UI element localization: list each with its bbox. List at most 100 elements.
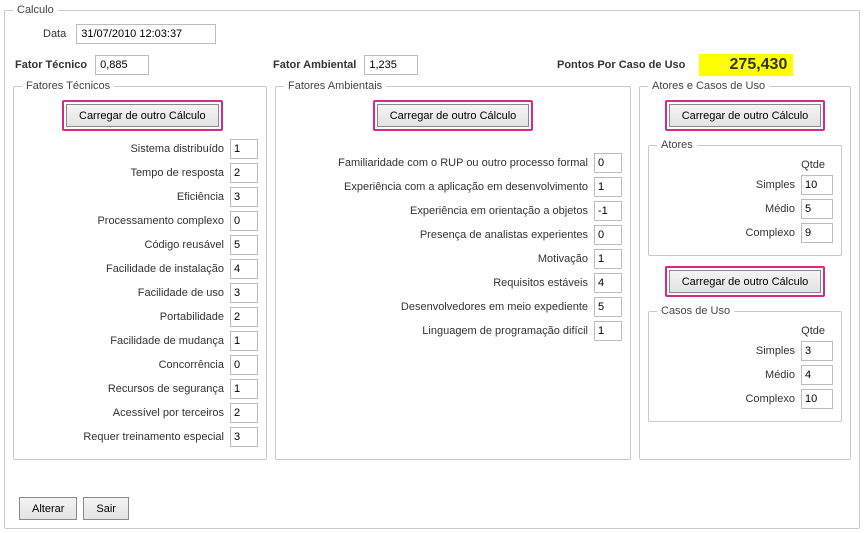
env-factor-row: Motivação: [284, 249, 622, 269]
env-factor-label: Desenvolvedores em meio expediente: [284, 301, 588, 313]
tech-factor-label: Requer treinamento especial: [22, 431, 224, 443]
env-factor-label: Requisitos estáveis: [284, 277, 588, 289]
tech-factor-input[interactable]: [230, 331, 258, 351]
env-factors-legend: Fatores Ambientais: [284, 80, 386, 92]
tech-factor-input[interactable]: [230, 307, 258, 327]
tech-factor-row: Acessível por terceiros: [22, 403, 258, 423]
actor-row: Complexo: [657, 223, 833, 243]
tech-factor-label: Fator Técnico: [15, 59, 87, 71]
env-factor-row: Desenvolvedores em meio expediente: [284, 297, 622, 317]
tech-factor-label: Acessível por terceiros: [22, 407, 224, 419]
tech-factor-label: Facilidade de uso: [22, 287, 224, 299]
env-factor-input[interactable]: [594, 201, 622, 221]
tech-factor-row: Requer treinamento especial: [22, 427, 258, 447]
tech-factor-row: Sistema distribuído: [22, 139, 258, 159]
load-actors-button[interactable]: Carregar de outro Cálculo: [669, 104, 822, 127]
header-row: Data: [43, 24, 851, 44]
tech-factor-input[interactable]: [230, 235, 258, 255]
case-row: Simples: [657, 341, 833, 361]
actors-cases-panel: Atores e Casos de Uso Carregar de outro …: [639, 80, 851, 460]
cases-legend: Casos de Uso: [657, 305, 734, 317]
env-factor-row: Linguagem de programação difícil: [284, 321, 622, 341]
env-factor-row: Experiência com a aplicação em desenvolv…: [284, 177, 622, 197]
tech-factor-label: Recursos de segurança: [22, 383, 224, 395]
tech-factor-input[interactable]: [230, 163, 258, 183]
env-factor-label: Linguagem de programação difícil: [284, 325, 588, 337]
case-input[interactable]: [801, 365, 833, 385]
pcu-value: 275,430: [699, 54, 793, 76]
tech-factor-input[interactable]: [230, 139, 258, 159]
tech-factor-row: Concorrência: [22, 355, 258, 375]
tech-factor-input[interactable]: [95, 55, 149, 75]
env-factor-label: Presença de analistas experientes: [284, 229, 588, 241]
tech-factor-row: Processamento complexo: [22, 211, 258, 231]
tech-factor-input[interactable]: [230, 187, 258, 207]
pcu-label: Pontos Por Caso de Uso: [557, 59, 685, 71]
tech-factor-input[interactable]: [230, 403, 258, 423]
actor-input[interactable]: [801, 223, 833, 243]
actors-cases-legend: Atores e Casos de Uso: [648, 80, 769, 92]
env-factor-row: Presença de analistas experientes: [284, 225, 622, 245]
actor-row: Simples: [657, 175, 833, 195]
actor-input[interactable]: [801, 199, 833, 219]
tech-factor-input[interactable]: [230, 379, 258, 399]
actor-row: Médio: [657, 199, 833, 219]
calculo-panel: Calculo Data Fator Técnico Fator Ambient…: [4, 4, 860, 529]
env-factor-input[interactable]: [594, 153, 622, 173]
env-factor-row: Experiência em orientação a objetos: [284, 201, 622, 221]
actor-input[interactable]: [801, 175, 833, 195]
env-factor-input[interactable]: [594, 273, 622, 293]
tech-factor-row: Facilidade de instalação: [22, 259, 258, 279]
alterar-button[interactable]: Alterar: [19, 497, 77, 520]
tech-factor-label: Eficiência: [22, 191, 224, 203]
load-tech-button[interactable]: Carregar de outro Cálculo: [66, 104, 219, 127]
load-env-button[interactable]: Carregar de outro Cálculo: [377, 104, 530, 127]
case-label: Simples: [657, 345, 795, 357]
date-input[interactable]: [76, 24, 216, 44]
tech-factors-panel: Fatores Técnicos Carregar de outro Cálcu…: [13, 80, 267, 460]
env-factor-row: Requisitos estáveis: [284, 273, 622, 293]
cases-panel: Casos de Uso Qtde SimplesMédioComplexo: [648, 305, 842, 422]
case-input[interactable]: [801, 389, 833, 409]
calculo-legend: Calculo: [13, 4, 58, 16]
env-factor-row: Familiaridade com o RUP ou outro process…: [284, 153, 622, 173]
env-factor-input[interactable]: [364, 55, 418, 75]
env-factor-input[interactable]: [594, 321, 622, 341]
tech-factor-input[interactable]: [230, 355, 258, 375]
env-factor-input[interactable]: [594, 297, 622, 317]
env-factor-input[interactable]: [594, 177, 622, 197]
actors-qtde-header: Qtde: [657, 159, 825, 171]
tech-factor-label: Processamento complexo: [22, 215, 224, 227]
tech-factor-label: Portabilidade: [22, 311, 224, 323]
actors-panel: Atores Qtde Simples Médio Complexo: [648, 139, 842, 256]
case-label: Complexo: [657, 393, 795, 405]
summary-row: Fator Técnico Fator Ambiental Pontos Por…: [15, 54, 851, 76]
case-input[interactable]: [801, 341, 833, 361]
tech-factor-input[interactable]: [230, 427, 258, 447]
tech-factor-row: Código reusável: [22, 235, 258, 255]
tech-factor-label: Sistema distribuído: [22, 143, 224, 155]
highlight-actors-load: Carregar de outro Cálculo: [665, 100, 826, 131]
tech-factors-legend: Fatores Técnicos: [22, 80, 114, 92]
tech-factor-label: Concorrência: [22, 359, 224, 371]
actor-label: Médio: [657, 203, 795, 215]
actors-legend: Atores: [657, 139, 697, 151]
load-cases-button[interactable]: Carregar de outro Cálculo: [669, 270, 822, 293]
tech-factor-input[interactable]: [230, 283, 258, 303]
env-factor-label: Familiaridade com o RUP ou outro process…: [284, 157, 588, 169]
tech-factor-row: Eficiência: [22, 187, 258, 207]
env-factor-input[interactable]: [594, 249, 622, 269]
date-label: Data: [43, 28, 66, 40]
tech-factor-input[interactable]: [230, 211, 258, 231]
highlight-cases-load: Carregar de outro Cálculo: [665, 266, 826, 297]
env-factor-input[interactable]: [594, 225, 622, 245]
tech-factor-label: Tempo de resposta: [22, 167, 224, 179]
tech-factor-label: Código reusável: [22, 239, 224, 251]
tech-factor-input[interactable]: [230, 259, 258, 279]
env-factor-label: Fator Ambiental: [273, 59, 356, 71]
sair-button[interactable]: Sair: [83, 497, 129, 520]
actor-label: Simples: [657, 179, 795, 191]
actor-label: Complexo: [657, 227, 795, 239]
env-factors-panel: Fatores Ambientais Carregar de outro Cál…: [275, 80, 631, 460]
case-row: Complexo: [657, 389, 833, 409]
